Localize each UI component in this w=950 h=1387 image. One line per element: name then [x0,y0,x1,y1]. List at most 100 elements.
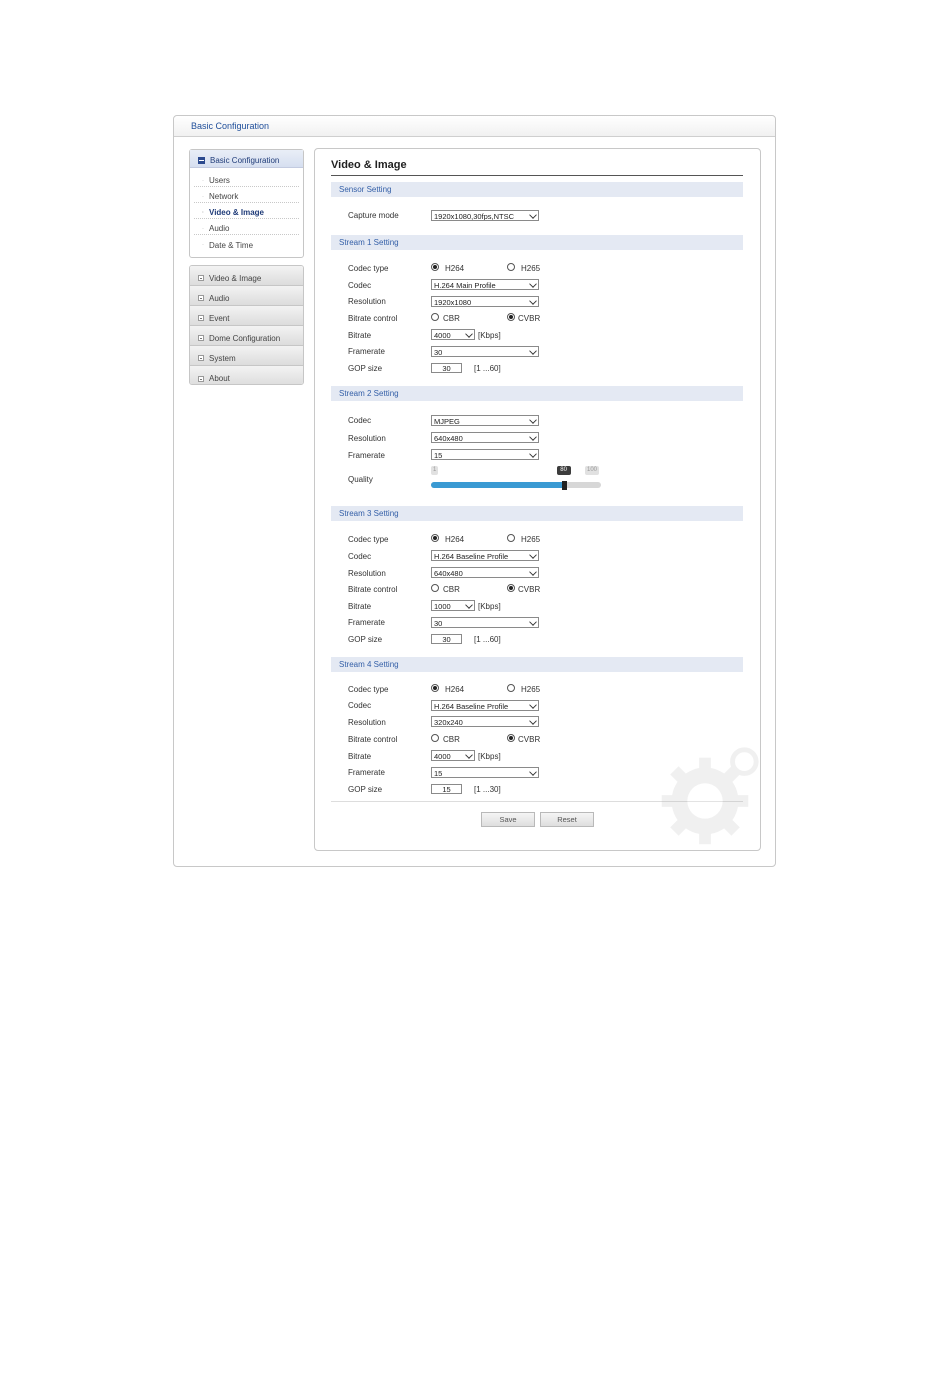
select-value: MJPEG [434,417,460,426]
cbr-label: CBR [443,585,460,594]
chevron-down-icon [529,347,537,355]
sidebar-menu-event[interactable]: Event [190,306,303,326]
bitrate-label: Bitrate [348,752,372,761]
chevron-down-icon [529,551,537,559]
stream4-resolution-select[interactable]: 320x240 [431,716,539,727]
cvbr-label: CVBR [518,585,541,594]
gop-range: [1 ...60] [474,364,501,373]
stream3-framerate-select[interactable]: 30 [431,617,539,628]
framerate-label: Framerate [348,451,385,460]
bitrate-label: Bitrate [348,331,372,340]
stream1-framerate-select[interactable]: 30 [431,346,539,357]
stream3-cvbr-radio[interactable] [507,584,515,592]
section-stream4-setting: Stream 4 Setting [331,657,743,672]
stream3-h265-radio[interactable] [507,534,515,542]
chevron-down-icon [529,211,537,219]
stream2-framerate-select[interactable]: 15 [431,449,539,460]
sidebar-item-video-image[interactable]: · Video & Image [194,203,299,219]
bitrate-unit: [Kbps] [478,752,501,761]
save-button[interactable]: Save [481,812,535,827]
stream4-codec-select[interactable]: H.264 Baseline Profile [431,700,539,711]
stream4-cbr-radio[interactable] [431,734,439,742]
stream1-cbr-radio[interactable] [431,313,439,321]
sidebar-item-network[interactable]: · Network [194,187,299,203]
content-panel: Video & Image Sensor Setting Capture mod… [314,148,761,851]
chevron-down-icon [529,416,537,424]
quality-slider-handle[interactable] [561,481,567,490]
codec-label: Codec [348,552,372,561]
resolution-label: Resolution [348,569,386,578]
stream3-cbr-radio[interactable] [431,584,439,592]
stream1-h265-radio[interactable] [507,263,515,271]
select-value: 15 [434,451,443,460]
bullet-icon: · [202,242,204,248]
gop-size-label: GOP size [348,785,383,794]
gop-size-label: GOP size [348,635,383,644]
capture-mode-select[interactable]: 1920x1080,30fps,NTSC [431,210,539,221]
stream1-bitrate-select[interactable]: 4000 [431,329,475,340]
sidebar-item-date-time[interactable]: · Date & Time [194,235,299,251]
stream4-framerate-select[interactable]: 15 [431,767,539,778]
sidebar-menu-label: Video & Image [209,273,262,283]
stream1-resolution-select[interactable]: 1920x1080 [431,296,539,307]
chevron-down-icon [529,297,537,305]
sidebar-item-audio[interactable]: · Audio [194,219,299,235]
stream3-resolution-select[interactable]: 640x480 [431,567,539,578]
stream3-h264-radio[interactable] [431,534,439,542]
bitrate-control-label: Bitrate control [348,314,398,323]
quality-slider[interactable] [431,482,601,488]
stream3-gop-input[interactable]: 30 [431,634,462,644]
bullet-icon: · [202,209,204,216]
quality-label: Quality [348,475,373,484]
reset-button[interactable]: Reset [540,812,594,827]
stream1-cvbr-radio[interactable] [507,313,515,321]
section-stream2-setting: Stream 2 Setting [331,386,743,401]
stream4-h265-radio[interactable] [507,684,515,692]
select-value: 640x480 [434,569,463,578]
sidebar-menu-dome-configuration[interactable]: Dome Configuration [190,326,303,346]
expand-icon [198,335,204,341]
sidebar-menu-video-image[interactable]: Video & Image [190,266,303,286]
sidebar-menu-system[interactable]: System [190,346,303,366]
chevron-down-icon [465,601,473,609]
framerate-label: Framerate [348,768,385,777]
chevron-down-icon [529,568,537,576]
sidebar-menu-about[interactable]: About [190,366,303,384]
gear-icon [661,747,759,845]
stream4-gop-input[interactable]: 15 [431,784,462,794]
stream2-resolution-select[interactable]: 640x480 [431,432,539,443]
bullet-icon: · [202,193,204,200]
stream3-bitrate-select[interactable]: 1000 [431,600,475,611]
expand-icon [198,275,204,281]
sidebar-menu-audio[interactable]: Audio [190,286,303,306]
stream3-codec-select[interactable]: H.264 Baseline Profile [431,550,539,561]
section-sensor-setting: Sensor Setting [331,182,743,197]
select-value: 15 [434,769,443,778]
expand-icon [198,295,204,301]
framerate-label: Framerate [348,618,385,627]
sidebar-menu-label: Audio [209,293,230,303]
codec-type-label: Codec type [348,264,389,273]
stream4-cvbr-radio[interactable] [507,734,515,742]
title-divider [331,175,743,176]
chevron-down-icon [529,280,537,288]
stream4-h264-radio[interactable] [431,684,439,692]
stream2-codec-select[interactable]: MJPEG [431,415,539,426]
chevron-down-icon [529,618,537,626]
stream4-bitrate-select[interactable]: 4000 [431,750,475,761]
h264-label: H264 [445,264,465,273]
stream1-h264-radio[interactable] [431,263,439,271]
expand-icon [198,315,204,321]
quality-slider-fill [431,482,564,488]
sidebar-menu: Video & Image Audio Event Dome Configura… [189,265,304,385]
sidebar-item-label: Audio [209,224,230,233]
stream1-gop-input[interactable]: 30 [431,363,462,373]
sidebar-item-users[interactable]: · Users [194,171,299,187]
select-value: 1000 [434,602,451,611]
stream1-codec-select[interactable]: H.264 Main Profile [431,279,539,290]
collapse-icon [198,157,205,164]
sidebar-section-basic-configuration[interactable]: Basic Configuration [190,150,303,168]
select-value: H.264 Main Profile [434,281,496,290]
sidebar-open-section: Basic Configuration · Users · Network · Vid… [189,149,304,258]
select-value: 4000 [434,331,451,340]
